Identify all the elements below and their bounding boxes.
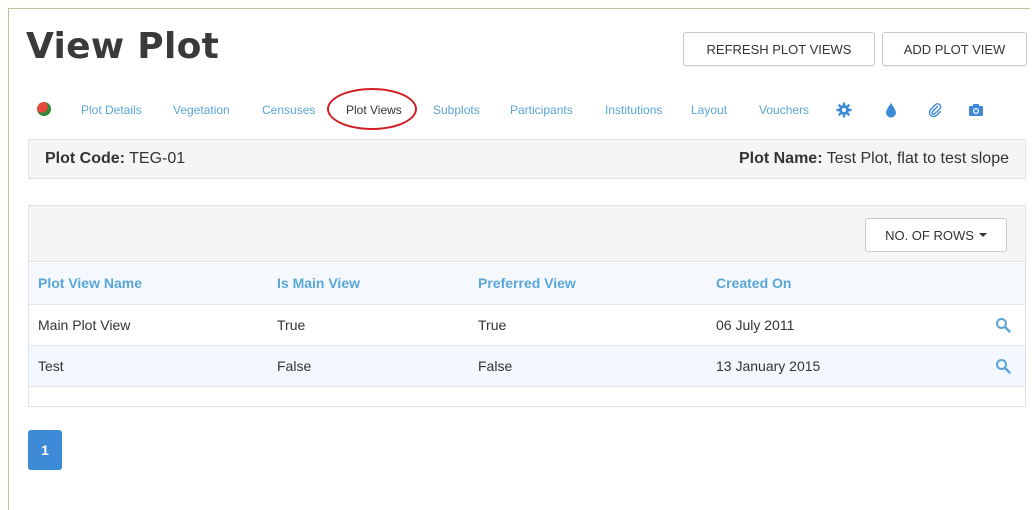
water-drop-icon[interactable] (883, 102, 899, 118)
tab-subplots[interactable]: Subplots (433, 96, 480, 124)
plot-name-value: Test Plot, flat to test slope (826, 150, 1009, 167)
tab-plot-details[interactable]: Plot Details (81, 96, 142, 124)
cell-is-main-view: True (277, 304, 478, 346)
column-header-preferred-view[interactable]: Preferred View (478, 263, 716, 305)
cell-is-main-view: False (277, 345, 478, 387)
page-title: View Plot (26, 26, 220, 67)
rows-per-page-label: NO. OF ROWS (885, 227, 974, 243)
cell-created-on: 06 July 2011 (716, 304, 946, 346)
plot-code-label: Plot Code: (45, 150, 125, 167)
plot-code: Plot Code: TEG-01 (45, 150, 185, 168)
plot-tabs: Plot Details Vegetation Censuses Plot Vi… (36, 96, 1026, 124)
camera-icon[interactable] (968, 102, 984, 118)
plot-views-table: Plot View Name Is Main View Preferred Vi… (29, 263, 1025, 387)
highlight-circle (327, 88, 417, 130)
cell-created-on: 13 January 2015 (716, 345, 946, 387)
plot-name-label: Plot Name: (738, 150, 823, 167)
search-icon[interactable] (995, 317, 1011, 333)
column-header-is-main-view[interactable]: Is Main View (277, 263, 478, 305)
plot-info-bar: Plot Code: TEG-01 Plot Name: Test Plot, … (28, 139, 1026, 179)
tab-layout[interactable]: Layout (691, 96, 727, 124)
cell-preferred-view: False (478, 345, 716, 387)
column-header-created-on[interactable]: Created On (716, 263, 946, 305)
column-header-plot-view-name[interactable]: Plot View Name (29, 263, 277, 305)
rows-per-page-dropdown[interactable]: NO. OF ROWS (865, 218, 1007, 252)
search-icon[interactable] (995, 358, 1011, 374)
cell-actions (946, 345, 1025, 387)
tab-vouchers[interactable]: Vouchers (759, 96, 809, 124)
cell-actions (946, 304, 1025, 346)
panel-header: NO. OF ROWS (29, 206, 1025, 262)
column-header-actions (946, 263, 1025, 305)
tab-censuses[interactable]: Censuses (262, 96, 315, 124)
refresh-plot-views-button[interactable]: REFRESH PLOT VIEWS (683, 32, 875, 66)
tab-vegetation[interactable]: Vegetation (173, 96, 230, 124)
pagination-page-button[interactable]: 1 (28, 430, 62, 470)
cell-plot-view-name: Test (29, 345, 277, 387)
plot-views-panel: NO. OF ROWS Plot View Name Is Main View … (28, 205, 1026, 407)
caret-down-icon (978, 233, 987, 237)
paperclip-icon[interactable] (927, 102, 943, 118)
cell-plot-view-name: Main Plot View (29, 304, 277, 346)
add-plot-view-button[interactable]: ADD PLOT VIEW (882, 32, 1027, 66)
tab-institutions[interactable]: Institutions (605, 96, 662, 124)
table-header-row: Plot View Name Is Main View Preferred Vi… (29, 263, 1025, 305)
table-row: Test False False 13 January 2015 (29, 345, 1025, 387)
cell-preferred-view: True (478, 304, 716, 346)
plot-code-value: TEG-01 (129, 150, 186, 167)
plot-name: Plot Name: Test Plot, flat to test slope (739, 150, 1009, 168)
tab-participants[interactable]: Participants (510, 96, 573, 124)
table-row: Main Plot View True True 06 July 2011 (29, 304, 1025, 346)
gear-icon[interactable] (836, 102, 852, 118)
